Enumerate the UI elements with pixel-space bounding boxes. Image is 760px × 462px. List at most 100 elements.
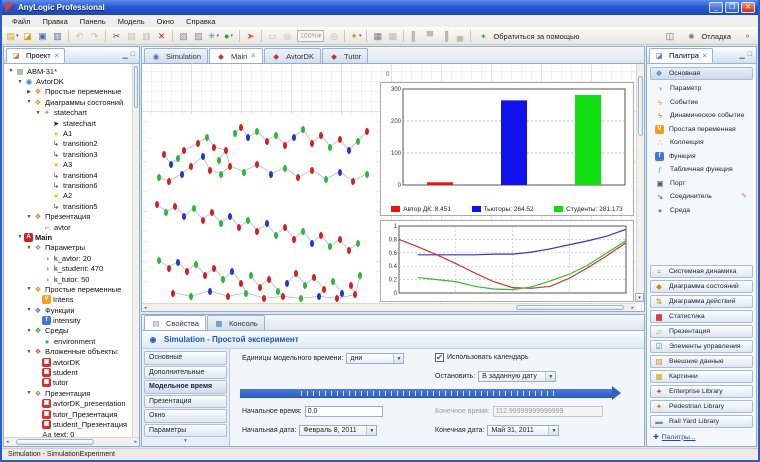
undo-button[interactable]: ↶ bbox=[72, 29, 87, 44]
model-canvas[interactable]: 0 0100200300Автор ДК: 8.451Тьюторы: 264.… bbox=[141, 63, 645, 312]
close-button[interactable]: ✕ bbox=[741, 2, 755, 13]
paste-button[interactable]: ▥ bbox=[139, 29, 154, 44]
tree-item[interactable]: ▶❖Простые переменные bbox=[5, 87, 131, 97]
expand-arrow[interactable]: ▼ bbox=[25, 390, 33, 396]
project-tab[interactable]: ◪ Проект ✕ bbox=[6, 48, 65, 63]
palette-item-Соединитель[interactable]: ↘Соединитель✎ bbox=[650, 190, 753, 204]
palette-section-Rail Yard Library[interactable]: ▬Rail Yard Library bbox=[650, 415, 753, 428]
tree-item[interactable]: ⌐avtor bbox=[5, 222, 131, 232]
zoom-selection-button[interactable]: ◎ bbox=[280, 29, 295, 44]
palette-tab[interactable]: ◪ Палитра ✕ bbox=[649, 48, 713, 63]
cut-button[interactable]: ✂ bbox=[109, 29, 124, 44]
align-top-button[interactable]: ▀ bbox=[422, 29, 437, 44]
palette-item-Простая переменная[interactable]: VПростая переменная bbox=[650, 123, 753, 137]
snap-grid-button[interactable]: ▩ bbox=[385, 29, 400, 44]
redo-button[interactable]: ↷ bbox=[87, 29, 102, 44]
tree-item[interactable]: ➤statechart bbox=[5, 118, 131, 128]
open-model-button[interactable]: ◪ bbox=[20, 29, 35, 44]
stop-select[interactable]: В заданную дату ▼ bbox=[478, 371, 556, 382]
canvas-hscrollbar[interactable]: ◂ ▸ bbox=[142, 303, 636, 311]
run-to-button[interactable]: ➤ bbox=[243, 29, 258, 44]
tree-item[interactable]: ↳transition5 bbox=[5, 201, 131, 211]
menu-Модель[interactable]: Модель bbox=[112, 17, 151, 26]
palette-section-Системная динамика[interactable]: ≈Системная динамика bbox=[650, 265, 753, 278]
expand-arrow[interactable]: ▼ bbox=[25, 99, 33, 105]
save-all-button[interactable]: ▥ bbox=[50, 29, 65, 44]
tree-item[interactable]: ●A1 bbox=[5, 128, 131, 138]
tree-item[interactable]: Aatext: 0 bbox=[5, 430, 131, 437]
expand-arrow[interactable]: ▼ bbox=[25, 307, 33, 313]
start-time-input[interactable] bbox=[305, 406, 383, 417]
zoom-level-combo[interactable]: 100%▾ bbox=[297, 30, 324, 42]
panel-maximize-icon[interactable]: □ bbox=[748, 51, 752, 59]
build-all-button[interactable]: ▨ bbox=[191, 29, 206, 44]
palette-item-Параметр[interactable]: ◑Параметр bbox=[650, 82, 753, 96]
tree-item[interactable]: ▼❖Параметры bbox=[5, 243, 131, 253]
start-date-select[interactable]: Февраль 8, 2011 ▼ bbox=[299, 425, 377, 436]
save-button[interactable]: ▣ bbox=[35, 29, 50, 44]
tree-item[interactable]: ◑k_student: 470 bbox=[5, 263, 131, 273]
tree-item[interactable]: ▼AMain bbox=[5, 232, 131, 242]
expand-arrow[interactable]: ▶ bbox=[25, 89, 33, 95]
palette-section-Внешние данные[interactable]: ▤Внешние данные bbox=[650, 355, 753, 368]
tree-item[interactable]: ◑k_tutor: 50 bbox=[5, 274, 131, 284]
align-bottom-button[interactable]: ▄ bbox=[452, 29, 467, 44]
expand-arrow[interactable]: ▼ bbox=[16, 79, 24, 85]
vscroll-thumb[interactable] bbox=[638, 76, 643, 136]
palette-section-Enterprise Library[interactable]: ✦Enterprise Library bbox=[650, 385, 753, 398]
zoom-out-button[interactable]: ◎ bbox=[326, 29, 341, 44]
end-date-select[interactable]: Май 31, 2011 ▼ bbox=[487, 425, 559, 436]
vscroll-thumb[interactable] bbox=[134, 66, 138, 108]
expand-arrow[interactable]: ▼ bbox=[25, 245, 33, 251]
scroll-right-icon[interactable]: ▸ bbox=[631, 305, 634, 311]
project-tree-vscrollbar[interactable] bbox=[132, 64, 139, 437]
align-right-button[interactable]: ▐ bbox=[437, 29, 452, 44]
props-nav-Параметры[interactable]: Параметры bbox=[144, 424, 227, 438]
copy-button[interactable]: ▤ bbox=[124, 29, 139, 44]
model-time-slider[interactable] bbox=[240, 389, 612, 398]
palette-section-main[interactable]: ❖Основная bbox=[650, 67, 753, 80]
editor-tab-Tutor[interactable]: ◆Tutor bbox=[322, 48, 368, 63]
palette-section-Презентация[interactable]: ▱Презентация bbox=[650, 325, 753, 338]
zoom-fit-button[interactable]: ▭ bbox=[265, 29, 280, 44]
expand-arrow[interactable]: ▼ bbox=[7, 68, 15, 74]
perspective-button[interactable]: ◫ bbox=[662, 29, 677, 44]
tree-item[interactable]: ▼◉AvtorDK bbox=[5, 76, 131, 86]
props-nav-Презентация[interactable]: Презентация bbox=[144, 395, 227, 409]
lamp-button[interactable]: ✦▾ bbox=[348, 29, 363, 44]
palette-section-Диаграмма состояний[interactable]: ◆Диаграмма состояний bbox=[650, 280, 753, 293]
minimize-button[interactable]: _ bbox=[709, 2, 723, 13]
editor-tab-AvtorDK[interactable]: ◆AvtorDK bbox=[264, 48, 321, 63]
build-button[interactable]: ▧ bbox=[176, 29, 191, 44]
tree-item[interactable]: ▣student_Презентация bbox=[5, 419, 131, 429]
menu-Справка[interactable]: Справка bbox=[180, 17, 221, 26]
panel-minimize-icon[interactable]: ▁ bbox=[122, 51, 127, 59]
tree-item[interactable]: ▼❖Презентация bbox=[5, 388, 131, 398]
nav-collapse-icon[interactable]: ▼ bbox=[144, 438, 227, 444]
project-tree-hscrollbar[interactable]: ◂ ▸ bbox=[4, 437, 139, 446]
props-nav-Окно[interactable]: Окно bbox=[144, 409, 227, 423]
tree-item[interactable]: ●A2 bbox=[5, 191, 131, 201]
palettes-link[interactable]: ✚Палитры... bbox=[653, 433, 753, 441]
palette-section-Pedestrian Library[interactable]: ✦Pedestrian Library bbox=[650, 400, 753, 413]
tree-item[interactable]: VIntens bbox=[5, 295, 131, 305]
canvas-dropdown-button[interactable]: ▾ bbox=[635, 293, 644, 302]
delete-button[interactable]: ✕ bbox=[154, 29, 169, 44]
debug-button[interactable]: ✺ Отладка bbox=[682, 32, 735, 41]
palette-item-Динамическое событие[interactable]: ϟДинамическое событие bbox=[650, 109, 753, 123]
tree-item[interactable]: ▣avtorDK bbox=[5, 357, 131, 367]
expand-arrow[interactable]: ▼ bbox=[34, 110, 42, 116]
palette-section-Статистика[interactable]: ▆Статистика bbox=[650, 310, 753, 323]
toolbar-overflow-button[interactable]: » bbox=[740, 29, 755, 44]
props-nav-Модельное время[interactable]: Модельное время bbox=[144, 380, 227, 394]
tree-item[interactable]: ▼❖Презентация bbox=[5, 211, 131, 221]
project-tab-close-icon[interactable]: ✕ bbox=[54, 52, 60, 60]
tree-item[interactable]: ▣tutor_Презентация bbox=[5, 409, 131, 419]
tree-item[interactable]: ▣student bbox=[5, 367, 131, 377]
editor-tab-Main[interactable]: ◆Main✕ bbox=[209, 48, 263, 63]
panel-maximize-icon[interactable]: □ bbox=[131, 51, 135, 59]
tree-item[interactable]: ↳transition3 bbox=[5, 149, 131, 159]
hscroll-thumb[interactable] bbox=[516, 305, 624, 310]
expand-arrow[interactable]: ▼ bbox=[25, 286, 33, 292]
time-units-select[interactable]: дни ▼ bbox=[346, 353, 404, 364]
